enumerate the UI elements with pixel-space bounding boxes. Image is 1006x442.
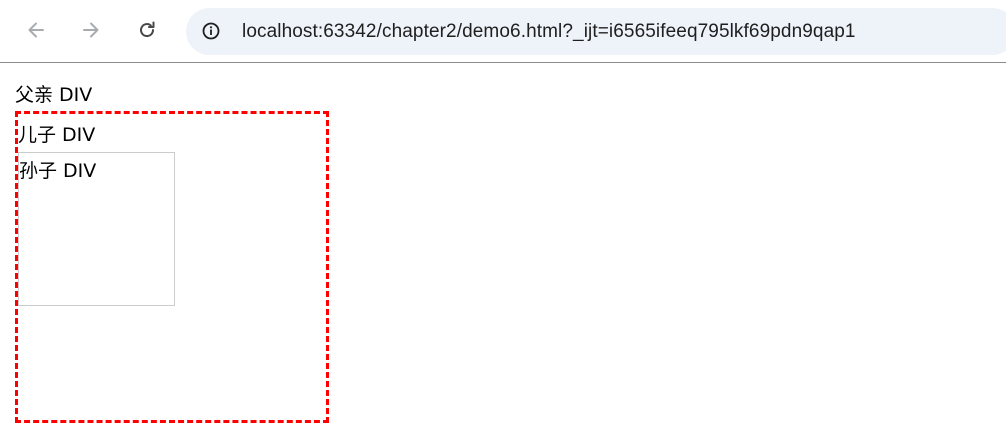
- arrow-left-icon: [28, 22, 44, 38]
- back-button[interactable]: [18, 12, 54, 48]
- url-path: :63342/chapter2/demo6.html?_ijt=i6565ife…: [317, 21, 856, 42]
- parent-div: 父亲 DIV 儿子 DIV 孙子 DIV: [15, 81, 335, 441]
- browser-toolbar: localhost:63342/chapter2/demo6.html?_ijt…: [0, 0, 1006, 63]
- parent-label: 父亲 DIV: [15, 84, 93, 106]
- reload-icon: [140, 21, 155, 38]
- url-text[interactable]: localhost:63342/chapter2/demo6.html?_ijt…: [242, 20, 856, 43]
- url-host: localhost: [242, 21, 318, 42]
- page-content: 父亲 DIV 儿子 DIV 孙子 DIV: [0, 64, 1006, 442]
- grandson-div: 孙子 DIV: [18, 152, 175, 306]
- site-info-button[interactable]: [199, 19, 223, 43]
- arrow-right-icon: [83, 22, 99, 38]
- forward-button[interactable]: [73, 12, 109, 48]
- grandson-label: 孙子 DIV: [19, 160, 97, 182]
- info-circle-icon: [202, 22, 220, 40]
- son-label: 儿子 DIV: [18, 121, 96, 149]
- address-bar[interactable]: localhost:63342/chapter2/demo6.html?_ijt…: [186, 8, 1006, 55]
- son-div: 儿子 DIV 孙子 DIV: [15, 111, 329, 423]
- reload-button[interactable]: [129, 12, 165, 48]
